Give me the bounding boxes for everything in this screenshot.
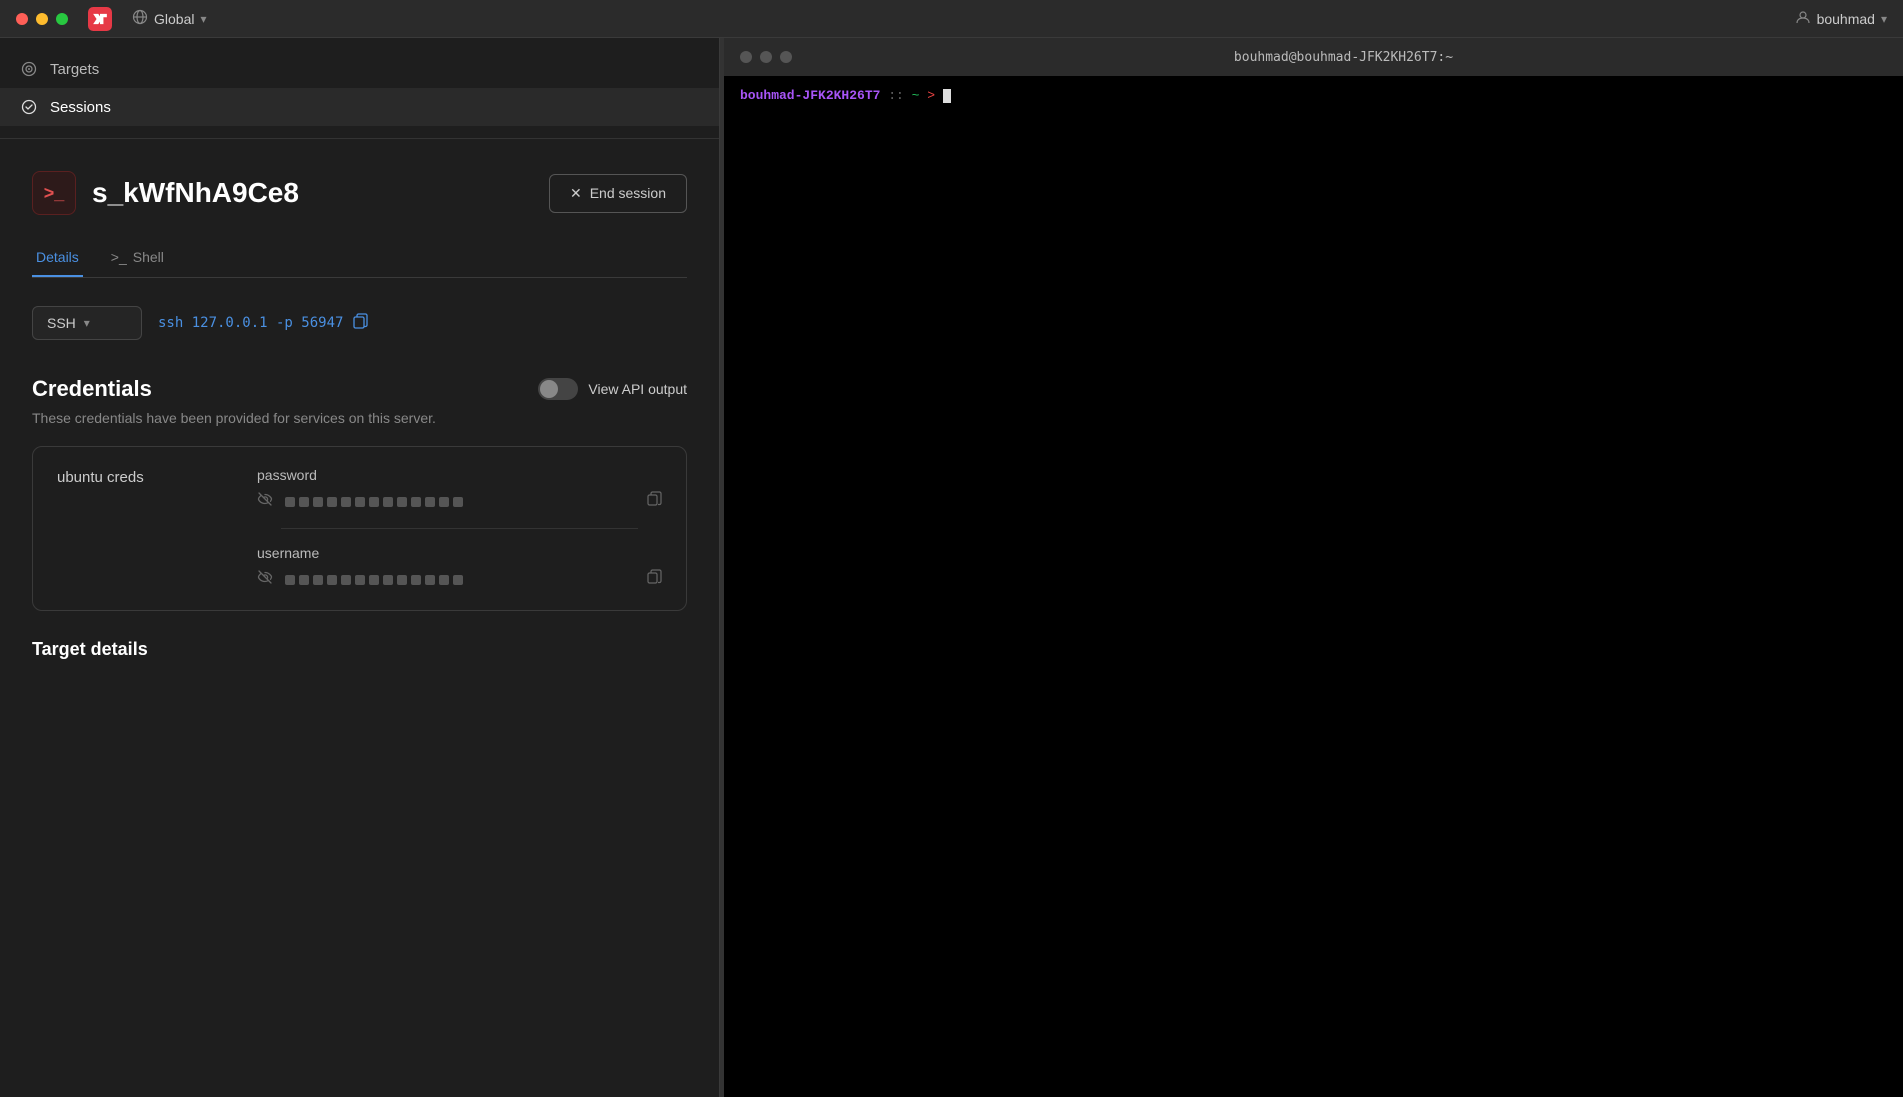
minimize-button[interactable] [36,13,48,25]
tabs: Details >_ Shell [32,239,687,278]
global-nav[interactable]: Global ▾ [132,9,207,28]
tab-shell-label: Shell [133,249,164,265]
user-label: bouhmad [1817,11,1875,27]
hide-username-icon[interactable] [257,569,273,590]
tab-shell-prefix: >_ [111,249,127,265]
password-field-label: password [257,467,662,483]
close-button[interactable] [16,13,28,25]
content-area: >_ s_kWfNhA9Ce8 ✕ End session Details >_… [0,139,719,1097]
x-icon: ✕ [570,185,582,202]
tab-details-label: Details [36,249,79,265]
api-output-label: View API output [588,381,687,397]
connection-type-label: SSH [47,315,76,331]
credentials-card: ubuntu creds password [32,446,687,611]
prompt-sep1: :: [880,88,911,103]
session-name: s_kWfNhA9Ce8 [92,177,299,209]
terminal-panel: bouhmad@bouhmad-JFK2KH26T7:~ bouhmad-JFK… [724,38,1903,1097]
terminal-light-2 [760,51,772,63]
sidebar-nav: Targets Sessions [0,38,719,139]
username-masked-value [285,575,463,585]
connection-type-dropdown[interactable]: SSH ▾ [32,306,142,340]
session-title: >_ s_kWfNhA9Ce8 [32,171,299,215]
terminal-titlebar: bouhmad@bouhmad-JFK2KH26T7:~ [724,38,1903,76]
prompt-arrow: > [927,88,935,103]
cred-label: ubuntu creds [57,467,257,486]
sidebar-item-sessions-label: Sessions [50,99,111,116]
api-output-toggle-switch[interactable] [538,378,578,400]
credentials-header: Credentials View API output [32,376,687,402]
sidebar-item-targets-label: Targets [50,61,99,78]
password-field-value [257,491,662,512]
left-panel: Targets Sessions >_ s [0,38,720,1097]
username-field-value [257,569,662,590]
sidebar-item-targets[interactable]: Targets [0,50,719,88]
session-header: >_ s_kWfNhA9Ce8 ✕ End session [32,171,687,215]
tab-details[interactable]: Details [32,239,83,277]
terminal-prompt-icon: >_ [44,183,65,204]
session-icon-badge: >_ [32,171,76,215]
prompt-host: bouhmad-JFK2KH26T7 [740,88,880,103]
cred-row-ubuntu: ubuntu creds password [33,447,686,610]
chevron-down-icon: ▾ [200,12,206,26]
prompt-tilde: ~ [912,88,920,103]
copy-ssh-icon[interactable] [351,312,369,334]
nav-label: Global [154,11,194,27]
terminal-body[interactable]: bouhmad-JFK2KH26T7 :: ~ > [724,76,1903,1097]
titlebar: Global ▾ bouhmad ▾ [0,0,1903,38]
terminal-light-1 [740,51,752,63]
maximize-button[interactable] [56,13,68,25]
hide-password-icon[interactable] [257,491,273,512]
credentials-description: These credentials have been provided for… [32,410,687,426]
cred-field-password: password [257,467,662,512]
end-session-label: End session [590,185,666,201]
terminal-prompt-line: bouhmad-JFK2KH26T7 :: ~ > [740,88,1887,103]
copy-password-icon[interactable] [646,491,662,512]
ssh-section: SSH ▾ ssh 127.0.0.1 -p 56947 [32,306,687,340]
cred-field-username: username [257,545,662,590]
session-icon [20,98,38,116]
main-layout: Targets Sessions >_ s [0,38,1903,1097]
terminal-title: bouhmad@bouhmad-JFK2KH26T7:~ [1234,50,1453,65]
prompt-sep2 [919,88,927,103]
app-logo [88,7,112,31]
ssh-command-display: ssh 127.0.0.1 -p 56947 [158,312,369,334]
user-chevron-icon: ▾ [1881,12,1887,26]
target-icon [20,60,38,78]
traffic-lights [16,13,68,25]
copy-username-icon[interactable] [646,569,662,590]
cred-values: password [257,467,662,590]
end-session-button[interactable]: ✕ End session [549,174,687,213]
credentials-title: Credentials [32,376,152,402]
terminal-light-3 [780,51,792,63]
credentials-section: Credentials View API output These creden… [32,376,687,660]
globe-icon [132,9,148,28]
username-field-label: username [257,545,662,561]
terminal-cursor [943,89,951,103]
sidebar-item-sessions[interactable]: Sessions [0,88,719,126]
ssh-command-text: ssh 127.0.0.1 -p 56947 [158,315,343,331]
tab-shell[interactable]: >_ Shell [107,239,168,277]
user-icon [1795,9,1811,28]
password-masked-value [285,497,463,507]
user-section[interactable]: bouhmad ▾ [1795,9,1887,28]
target-details-title: Target details [32,639,687,660]
dropdown-chevron-icon: ▾ [84,316,90,330]
api-output-toggle[interactable]: View API output [538,378,687,400]
